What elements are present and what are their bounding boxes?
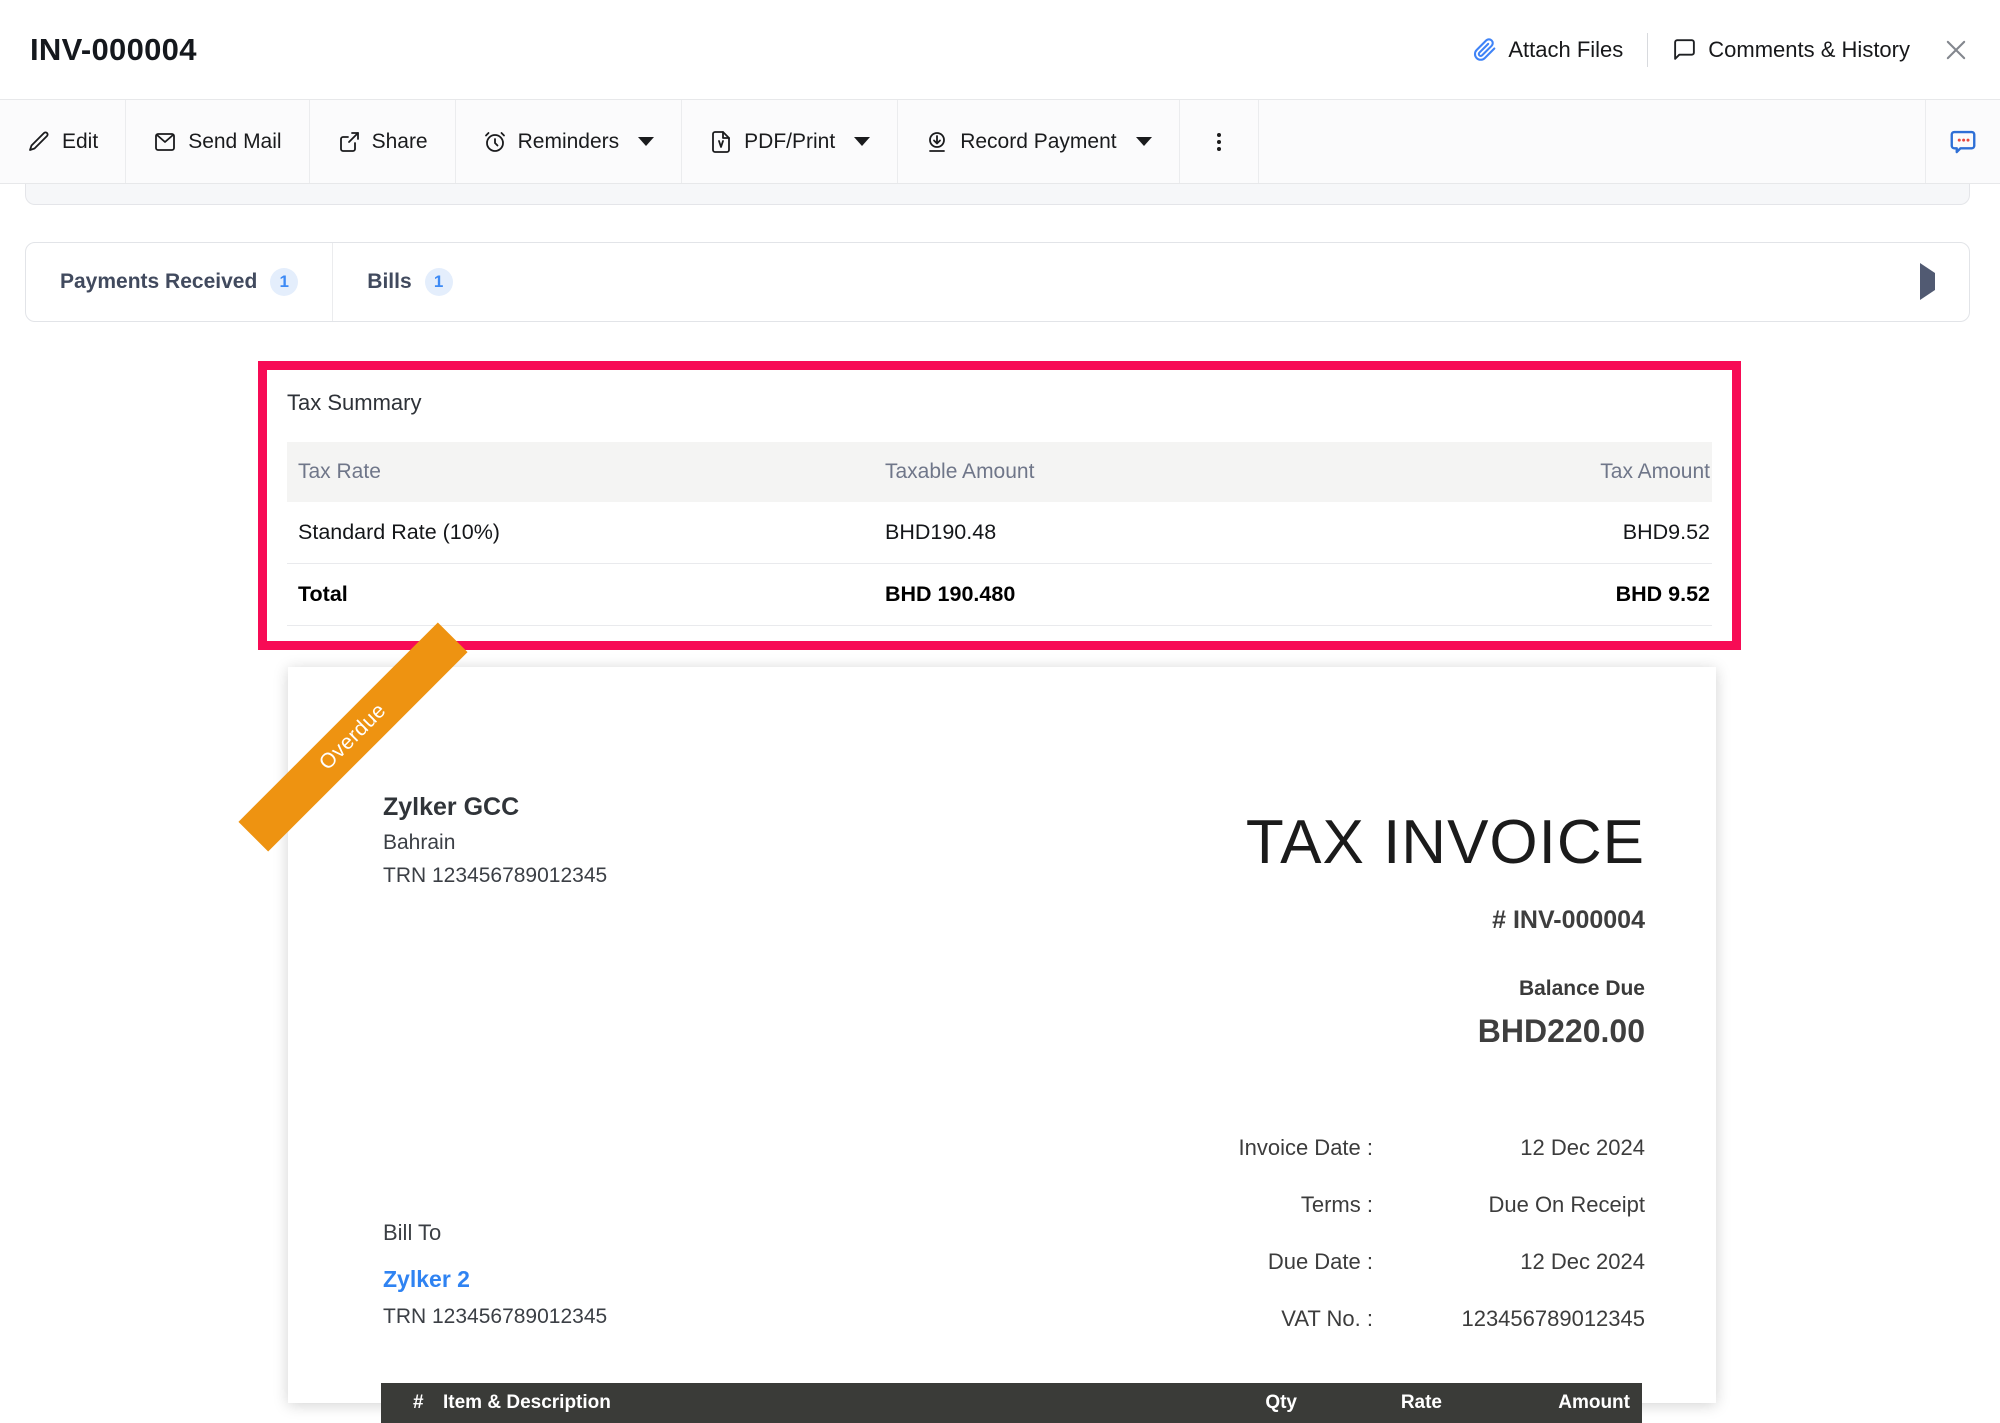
record-payment-button[interactable]: Record Payment bbox=[898, 100, 1179, 183]
tab-bills[interactable]: Bills 1 bbox=[333, 243, 486, 321]
bill-to-block: Bill To Zylker 2 TRN 123456789012345 bbox=[383, 1220, 607, 1329]
related-lists-card: Payments Received 1 Bills 1 bbox=[25, 242, 1970, 322]
terms-value: Due On Receipt bbox=[1373, 1192, 1645, 1218]
seller-trn: TRN 123456789012345 bbox=[383, 864, 607, 888]
payments-received-label: Payments Received bbox=[60, 270, 257, 294]
taxable-amount-cell: BHD190.48 bbox=[885, 520, 1352, 545]
header-divider bbox=[1647, 33, 1648, 67]
expand-arrow-icon[interactable] bbox=[1920, 273, 1935, 291]
pencil-icon bbox=[27, 130, 51, 154]
reminders-button[interactable]: Reminders bbox=[456, 100, 683, 183]
send-mail-button[interactable]: Send Mail bbox=[126, 100, 309, 183]
total-taxable-amount: BHD 190.480 bbox=[885, 582, 1352, 607]
tax-rate-cell: Standard Rate (10%) bbox=[287, 520, 885, 545]
share-button[interactable]: Share bbox=[310, 100, 456, 183]
seller-country: Bahrain bbox=[383, 831, 607, 855]
items-col-qty: Qty bbox=[1177, 1392, 1297, 1414]
items-col-description: Item & Description bbox=[443, 1392, 1177, 1414]
items-col-amount: Amount bbox=[1442, 1392, 1642, 1414]
envelope-icon bbox=[153, 130, 177, 154]
tax-amount-column-header: Tax Amount bbox=[1352, 460, 1712, 484]
vat-no-row: VAT No. : 123456789012345 bbox=[1065, 1290, 1645, 1347]
terms-label: Terms : bbox=[1065, 1192, 1373, 1218]
kebab-menu-icon bbox=[1207, 130, 1231, 154]
tax-summary-highlight-box: Tax Summary Tax Rate Taxable Amount Tax … bbox=[258, 361, 1741, 650]
terms-row: Terms : Due On Receipt bbox=[1065, 1176, 1645, 1233]
due-date-label: Due Date : bbox=[1065, 1249, 1373, 1275]
vat-no-label: VAT No. : bbox=[1065, 1306, 1373, 1332]
reminders-label: Reminders bbox=[518, 130, 620, 154]
share-icon bbox=[337, 130, 361, 154]
chat-dots-icon bbox=[1948, 127, 1978, 157]
tab-payments-received[interactable]: Payments Received 1 bbox=[26, 243, 333, 321]
document-heading: TAX INVOICE # INV-000004 bbox=[1246, 807, 1645, 935]
attach-files-button[interactable]: Attach Files bbox=[1472, 37, 1623, 63]
invoice-paper: Overdue Zylker GCC Bahrain TRN 123456789… bbox=[288, 667, 1716, 1403]
customer-link[interactable]: Zylker 2 bbox=[383, 1266, 607, 1293]
send-mail-label: Send Mail bbox=[188, 130, 281, 154]
comment-bubble-icon bbox=[1672, 37, 1697, 62]
tax-total-row: Total BHD 190.480 BHD 9.52 bbox=[287, 564, 1712, 626]
contextual-chat-button[interactable] bbox=[1925, 100, 2000, 183]
bills-count-badge: 1 bbox=[425, 268, 453, 296]
tax-amount-cell: BHD9.52 bbox=[1352, 520, 1712, 545]
edit-button[interactable]: Edit bbox=[0, 100, 126, 183]
balance-due-label: Balance Due bbox=[1478, 977, 1645, 1001]
tax-summary-panel: Tax Summary Tax Rate Taxable Amount Tax … bbox=[267, 370, 1732, 626]
items-table-header: # Item & Description Qty Rate Amount bbox=[381, 1383, 1642, 1423]
pdf-print-button[interactable]: PDF/Print bbox=[682, 100, 898, 183]
share-label: Share bbox=[372, 130, 428, 154]
bills-label: Bills bbox=[367, 270, 411, 294]
table-row: Standard Rate (10%) BHD190.48 BHD9.52 bbox=[287, 502, 1712, 564]
comments-history-button[interactable]: Comments & History bbox=[1672, 37, 1910, 63]
items-col-number: # bbox=[381, 1392, 443, 1414]
due-date-row: Due Date : 12 Dec 2024 bbox=[1065, 1233, 1645, 1290]
close-icon[interactable] bbox=[1942, 36, 1970, 64]
edit-label: Edit bbox=[62, 130, 98, 154]
record-payment-label: Record Payment bbox=[960, 130, 1116, 154]
document-number: # INV-000004 bbox=[1246, 906, 1645, 935]
total-label: Total bbox=[287, 582, 885, 607]
pdf-file-icon bbox=[709, 130, 733, 154]
page-title: INV-000004 bbox=[30, 32, 197, 68]
seller-name: Zylker GCC bbox=[383, 793, 607, 822]
invoice-date-row: Invoice Date : 12 Dec 2024 bbox=[1065, 1119, 1645, 1176]
alarm-icon bbox=[483, 130, 507, 154]
document-title: TAX INVOICE bbox=[1246, 807, 1645, 878]
invoice-header: INV-000004 Attach Files Comments & Histo… bbox=[0, 0, 2000, 99]
more-options-button[interactable] bbox=[1180, 100, 1259, 183]
tax-rate-column-header: Tax Rate bbox=[287, 460, 885, 484]
comments-history-label: Comments & History bbox=[1708, 37, 1910, 63]
toolbar-spacer bbox=[1259, 100, 1925, 183]
vat-no-value: 123456789012345 bbox=[1373, 1306, 1645, 1332]
action-toolbar: Edit Send Mail Share Remin bbox=[0, 99, 2000, 184]
total-tax-amount: BHD 9.52 bbox=[1352, 582, 1712, 607]
taxable-amount-column-header: Taxable Amount bbox=[885, 460, 1352, 484]
balance-due-block: Balance Due BHD220.00 bbox=[1478, 977, 1645, 1050]
record-payment-icon bbox=[925, 130, 949, 154]
balance-due-amount: BHD220.00 bbox=[1478, 1013, 1645, 1050]
attach-files-label: Attach Files bbox=[1508, 37, 1623, 63]
invoice-date-value: 12 Dec 2024 bbox=[1373, 1135, 1645, 1161]
pdf-print-label: PDF/Print bbox=[744, 130, 835, 154]
caret-down-icon bbox=[854, 137, 870, 146]
tax-summary-title: Tax Summary bbox=[287, 390, 1712, 416]
paperclip-icon bbox=[1472, 37, 1497, 62]
caret-down-icon bbox=[638, 137, 654, 146]
caret-down-icon bbox=[1136, 137, 1152, 146]
tax-table-header-row: Tax Rate Taxable Amount Tax Amount bbox=[287, 442, 1712, 502]
scrolled-card-remnant bbox=[25, 184, 1970, 205]
bill-to-label: Bill To bbox=[383, 1220, 607, 1246]
due-date-value: 12 Dec 2024 bbox=[1373, 1249, 1645, 1275]
tax-summary-table: Tax Rate Taxable Amount Tax Amount Stand… bbox=[287, 442, 1712, 626]
invoice-date-label: Invoice Date : bbox=[1065, 1135, 1373, 1161]
payments-received-count-badge: 1 bbox=[270, 268, 298, 296]
seller-info: Zylker GCC Bahrain TRN 123456789012345 bbox=[383, 793, 607, 888]
customer-trn: TRN 123456789012345 bbox=[383, 1305, 607, 1329]
items-col-rate: Rate bbox=[1297, 1392, 1442, 1414]
invoice-detail-rows: Invoice Date : 12 Dec 2024 Terms : Due O… bbox=[1065, 1119, 1645, 1347]
header-actions: Attach Files Comments & History bbox=[1472, 33, 1970, 67]
